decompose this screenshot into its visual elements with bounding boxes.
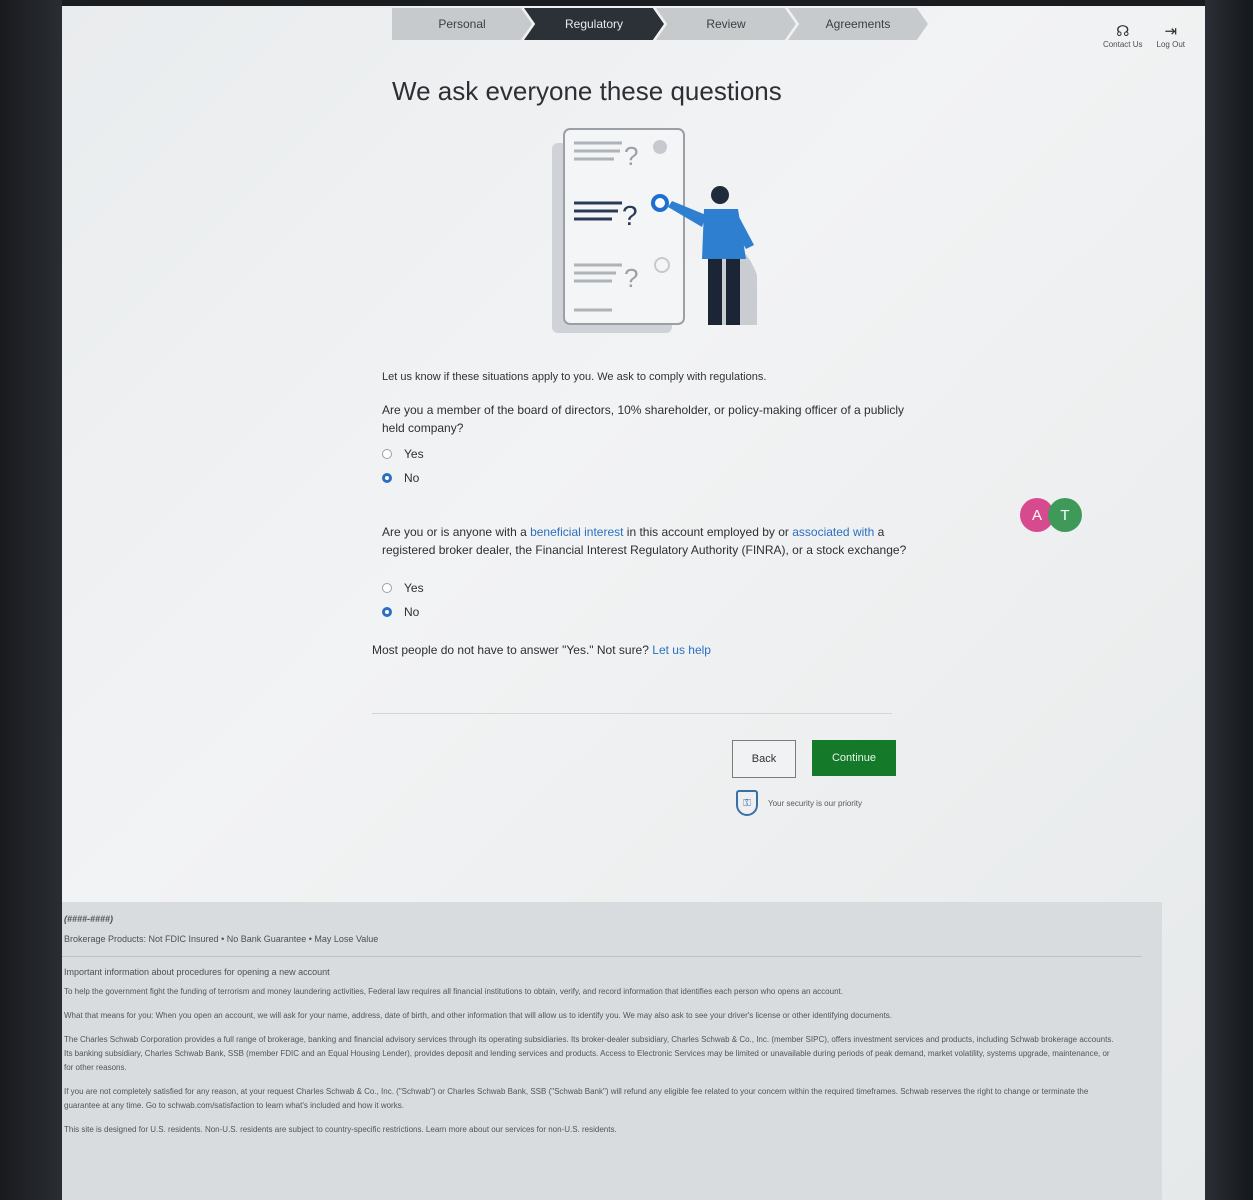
log-out-label: Log Out — [1156, 40, 1185, 49]
footer-paragraph-1: To help the government fight the funding… — [64, 987, 843, 996]
shield-icon: ⚿ — [736, 790, 758, 816]
logout-icon: ⇥ — [1164, 23, 1178, 40]
form-buttons: Back Continue — [732, 740, 912, 778]
q2-no-label: No — [404, 605, 420, 619]
svg-text:?: ? — [622, 200, 638, 231]
footer: (####-####) Brokerage Products: Not FDIC… — [62, 902, 1162, 1200]
footer-paragraph-2: What that means for you: When you open a… — [64, 1011, 893, 1020]
q1-no-label: No — [404, 471, 420, 485]
associated-with-link[interactable]: associated with — [792, 525, 874, 539]
step-personal[interactable]: Personal — [392, 8, 532, 40]
q2-text-1: Are you or is anyone with a — [382, 525, 531, 539]
svg-text:?: ? — [624, 141, 638, 171]
q2-no-radio[interactable] — [382, 607, 392, 617]
monitor-bezel-left — [0, 0, 62, 1200]
q2-yes-label: Yes — [404, 581, 424, 595]
security-text: Your security is our priority — [768, 798, 862, 808]
footer-paragraph-4: If you are not completely satisfied for … — [64, 1087, 1089, 1110]
page-title: We ask everyone these questions — [392, 76, 782, 106]
beneficial-interest-link[interactable]: beneficial interest — [530, 525, 623, 539]
contact-us-button[interactable]: ☊ Contact Us — [1102, 23, 1143, 50]
top-bar: Personal Regulatory Review Agreements ☊ … — [62, 6, 1205, 76]
monitor-bezel-right — [1205, 0, 1253, 1200]
contact-us-label: Contact Us — [1102, 40, 1143, 49]
footer-divider — [62, 956, 1142, 957]
let-us-help-link[interactable]: Let us help — [652, 643, 711, 657]
help-hint: Most people do not have to answer "Yes."… — [372, 643, 912, 657]
important-info-heading: Important information about procedures f… — [64, 967, 330, 977]
svg-text:?: ? — [624, 263, 638, 293]
continue-button[interactable]: Continue — [812, 740, 896, 776]
q1-yes-label: Yes — [404, 447, 424, 461]
q2-yes-option[interactable]: Yes — [382, 581, 912, 595]
step-review: Review — [656, 8, 796, 40]
step-agreements: Agreements — [788, 8, 928, 40]
log-out-button[interactable]: ⇥ Log Out — [1156, 23, 1185, 50]
q1-no-option[interactable]: No — [382, 471, 912, 485]
question-2: Are you or is anyone with a beneficial i… — [382, 523, 912, 559]
footer-paragraph-5: This site is designed for U.S. residents… — [64, 1125, 617, 1134]
footer-code: (####-####) — [64, 914, 114, 924]
intro-text: Let us know if these situations apply to… — [382, 371, 767, 383]
q1-yes-option[interactable]: Yes — [382, 447, 912, 461]
q2-text-2: in this account employed by or — [623, 525, 793, 539]
header-actions: ☊ Contact Us ⇥ Log Out — [1102, 23, 1185, 50]
back-button[interactable]: Back — [732, 740, 796, 778]
q2-yes-radio[interactable] — [382, 583, 392, 593]
main-content: We ask everyone these questions ? ? ? Le… — [372, 76, 912, 816]
form-divider — [372, 713, 892, 714]
headset-icon: ☊ — [1116, 23, 1130, 40]
step-regulatory: Regulatory — [524, 8, 664, 40]
footer-paragraph-3: The Charles Schwab Corporation provides … — [64, 1035, 1114, 1072]
q2-no-option[interactable]: No — [382, 605, 912, 619]
q1-yes-radio[interactable] — [382, 449, 392, 459]
security-note: ⚿ Your security is our priority — [736, 790, 912, 816]
question-1: Are you a member of the board of directo… — [382, 403, 905, 435]
q1-no-radio[interactable] — [382, 473, 392, 483]
screen: Personal Regulatory Review Agreements ☊ … — [62, 6, 1205, 1200]
illustration-svg: ? ? ? — [552, 128, 757, 333]
avatar-t[interactable]: T — [1048, 498, 1082, 532]
progress-steps: Personal Regulatory Review Agreements — [392, 8, 928, 48]
brokerage-disclaimer: Brokerage Products: Not FDIC Insured • N… — [64, 934, 379, 944]
avatar-group[interactable]: A T — [1020, 498, 1090, 538]
questionnaire-illustration: ? ? ? — [542, 125, 782, 345]
hint-text: Most people do not have to answer "Yes."… — [372, 643, 649, 657]
